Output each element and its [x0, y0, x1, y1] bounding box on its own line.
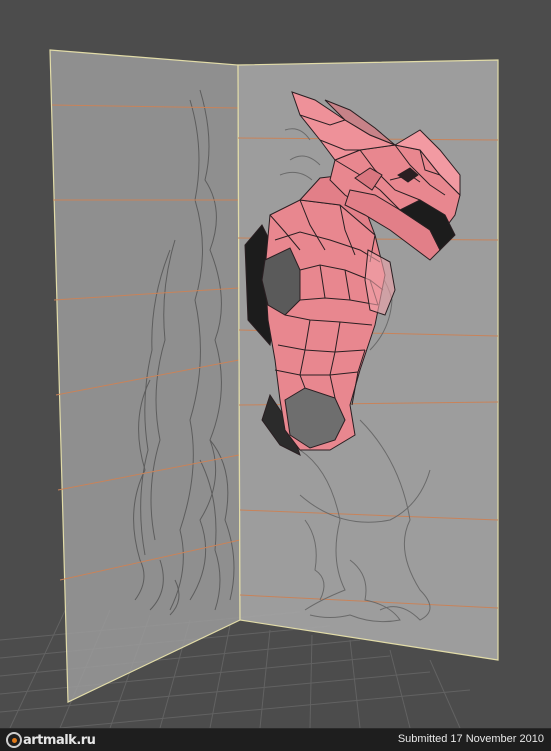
3d-viewport[interactable]	[0, 0, 551, 728]
left-reference-plane	[49, 49, 241, 703]
viewport-canvas	[0, 49, 499, 728]
footer-bar: artmalk.ru Submitted 17 November 2010	[0, 728, 551, 751]
submitted-date: Submitted 17 November 2010	[397, 733, 544, 745]
logo-mark-icon	[6, 732, 22, 748]
site-logo[interactable]: artmalk.ru	[6, 731, 96, 749]
logo-text: artmalk.ru	[23, 732, 96, 748]
